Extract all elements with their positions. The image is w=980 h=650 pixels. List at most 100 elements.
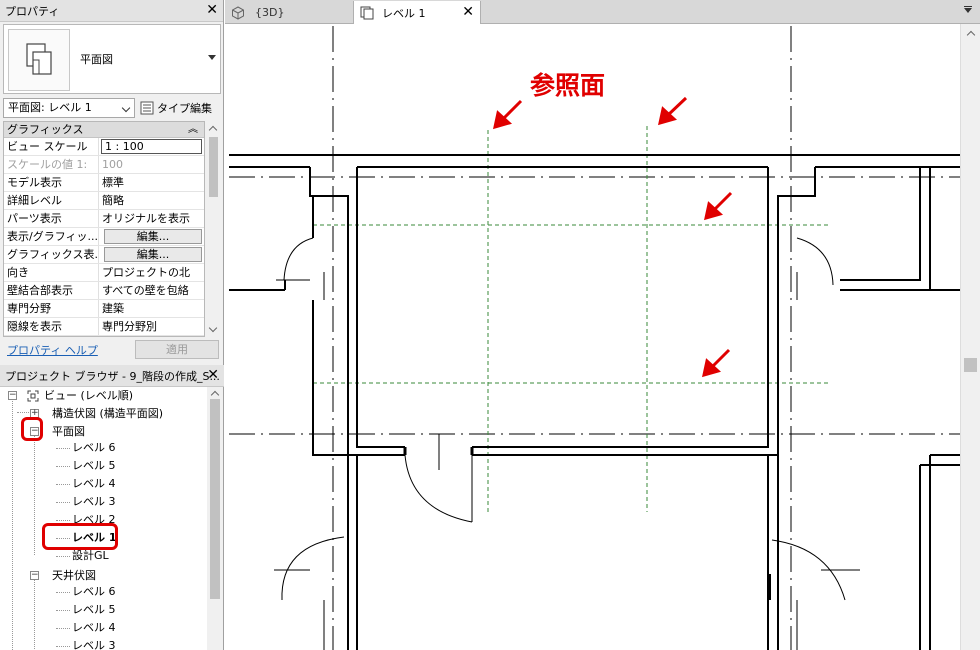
property-row[interactable]: 詳細レベル 簡略 (4, 192, 204, 210)
view-scale-field[interactable]: 1 : 100 (101, 139, 202, 154)
tree-item-structural-plans[interactable]: 構造伏図 (構造平面図) (52, 405, 163, 423)
tree-connector (56, 466, 70, 467)
left-panel: プロパティ ✕ 平面図 平面図: レベル 1 タイプ編集 グラフィックス ︽ ビ… (0, 0, 224, 650)
tree-item-floor-level[interactable]: レベル 3 (72, 493, 116, 511)
3d-view-icon (232, 5, 244, 20)
graphics-group-header[interactable]: グラフィックス ︽ (4, 122, 204, 138)
property-value: 100 (102, 158, 123, 171)
property-key: 専門分野 (4, 300, 99, 317)
scroll-thumb[interactable] (210, 399, 220, 599)
scroll-down-icon[interactable] (208, 323, 218, 333)
scroll-up-icon[interactable] (208, 125, 218, 135)
tree-connector (56, 646, 70, 647)
property-value[interactable]: 専門分野別 (99, 318, 204, 335)
tree-connector (12, 399, 13, 650)
tree-connector (56, 502, 70, 503)
chevron-down-icon (121, 103, 131, 113)
property-value[interactable]: 標準 (99, 174, 204, 191)
property-row[interactable]: グラフィックス表... 編集... (4, 246, 204, 264)
scroll-up-icon[interactable] (966, 30, 976, 40)
property-value[interactable]: すべての壁を包絡 (99, 282, 204, 299)
canvas-vertical-scrollbar[interactable] (960, 24, 980, 650)
property-key: モデル表示 (4, 174, 99, 191)
tree-connector (34, 435, 35, 555)
property-row: スケールの値 1: 100 (4, 156, 204, 174)
close-icon[interactable]: ✕ (207, 367, 219, 383)
tree-item-ceiling-level[interactable]: レベル 6 (72, 583, 116, 601)
tab-menu-icon (964, 6, 972, 7)
collapse-toggle[interactable]: − (8, 391, 17, 400)
annotation-arrows (493, 96, 733, 378)
property-row[interactable]: ビュー スケール 1 : 100 (4, 138, 204, 156)
tab-level-1[interactable]: レベル 1 ✕ (353, 1, 481, 24)
tree-item-floor-level[interactable]: レベル 4 (72, 475, 116, 493)
tree-connector (56, 592, 70, 593)
property-row[interactable]: パーツ表示 オリジナルを表示 (4, 210, 204, 228)
property-key: スケールの値 1: (4, 156, 99, 173)
type-selector[interactable]: 平面図 (3, 24, 221, 94)
drawing-canvas[interactable]: 参照面 (225, 24, 960, 650)
property-row[interactable]: モデル表示 標準 (4, 174, 204, 192)
properties-scrollbar[interactable] (206, 121, 221, 337)
property-key: 詳細レベル (4, 192, 99, 209)
edit-button[interactable]: 編集... (104, 247, 202, 262)
scroll-thumb[interactable] (209, 137, 218, 197)
project-browser-scrollbar[interactable] (207, 387, 223, 650)
tree-item-ceiling-level[interactable]: レベル 4 (72, 619, 116, 637)
property-value[interactable]: プロジェクトの北 (99, 264, 204, 281)
tree-connector (56, 484, 70, 485)
tree-item-floor-level[interactable]: レベル 5 (72, 457, 116, 475)
properties-footer: プロパティ ヘルプ 適用 (3, 340, 221, 360)
walls (229, 154, 960, 650)
scroll-thumb[interactable] (964, 358, 977, 372)
collapse-icon[interactable]: ︽ (188, 122, 198, 137)
tree-item-ceiling-level[interactable]: レベル 5 (72, 601, 116, 619)
tab-3d-view[interactable]: {3D} (225, 1, 353, 24)
property-value[interactable]: 簡略 (99, 192, 204, 209)
property-value[interactable]: 建築 (99, 300, 204, 317)
property-value: 編集... (99, 228, 204, 245)
apply-button[interactable]: 適用 (135, 340, 219, 359)
tree-connector (17, 412, 31, 413)
chevron-down-icon[interactable] (208, 55, 216, 60)
type-name: 平面図 (80, 53, 113, 66)
properties-grid: グラフィックス ︽ ビュー スケール 1 : 100 スケールの値 1: 100… (3, 121, 205, 337)
property-row[interactable]: 専門分野 建築 (4, 300, 204, 318)
project-browser-tree: − ビュー (レベル順) + 構造伏図 (構造平面図) − 平面図 レベル 6 … (0, 387, 207, 650)
tree-connector (56, 628, 70, 629)
scroll-up-icon[interactable] (210, 390, 220, 400)
property-row[interactable]: 表示/グラフィッ... 編集... (4, 228, 204, 246)
properties-help-link[interactable]: プロパティ ヘルプ (7, 342, 98, 358)
edit-button[interactable]: 編集... (104, 229, 202, 244)
floor-plan-type-icon (8, 29, 70, 91)
properties-title: プロパティ (5, 4, 60, 18)
property-key: グラフィックス表... (4, 246, 99, 263)
tree-item-floor-level[interactable]: レベル 6 (72, 439, 116, 457)
close-icon[interactable]: ✕ (206, 2, 218, 18)
type-edit-label: タイプ編集 (157, 102, 212, 115)
type-edit-button[interactable]: タイプ編集 (140, 97, 212, 119)
tree-connector (56, 610, 70, 611)
project-browser-title: プロジェクト ブラウザ - 9_階段の作成_S... (5, 369, 220, 383)
tree-item-views[interactable]: ビュー (レベル順) (44, 387, 133, 405)
group-label: グラフィックス (7, 123, 84, 136)
tree-connector (34, 579, 35, 650)
instance-row: 平面図: レベル 1 タイプ編集 (3, 97, 221, 119)
wall-details (274, 272, 860, 650)
property-key: ビュー スケール (4, 138, 99, 155)
tab-label: {3D} (255, 6, 285, 19)
close-icon[interactable]: ✕ (462, 4, 474, 20)
tree-connector (56, 520, 70, 521)
tree-connector (56, 448, 70, 449)
door-swings (281, 237, 846, 601)
property-row[interactable]: 壁結合部表示 すべての壁を包絡 (4, 282, 204, 300)
collapse-toggle[interactable]: − (30, 571, 39, 580)
property-row[interactable]: 向き プロジェクトの北 (4, 264, 204, 282)
property-value[interactable]: オリジナルを表示 (99, 210, 204, 227)
tree-item-ceiling-level[interactable]: レベル 3 (72, 637, 116, 650)
views-icon (27, 390, 39, 402)
tree-connector (56, 556, 70, 557)
property-row[interactable]: 隠線を表示 専門分野別 (4, 318, 204, 336)
instance-selector[interactable]: 平面図: レベル 1 (3, 98, 135, 118)
chevron-down-icon[interactable] (964, 8, 972, 13)
